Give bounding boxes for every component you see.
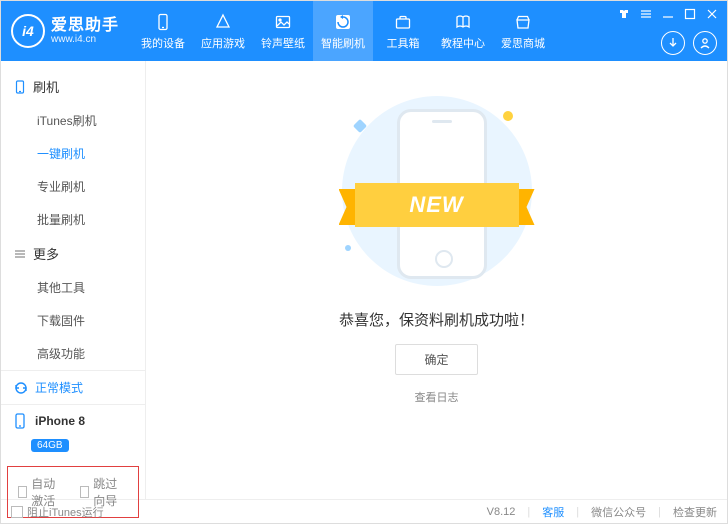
nav-label: 我的设备 (141, 35, 185, 51)
nav-label: 教程中心 (441, 35, 485, 51)
sidebar-scroll: 刷机 iTunes刷机 一键刷机 专业刷机 批量刷机 更多 其他工具 下载固件 … (1, 61, 145, 370)
sidebar-group-more: 更多 (1, 236, 145, 271)
minimize-button[interactable] (661, 7, 675, 21)
nav-tutorials[interactable]: 教程中心 (433, 1, 493, 61)
sidebar-group-flash: 刷机 (1, 69, 145, 104)
user-button[interactable] (693, 31, 717, 55)
store-icon (513, 12, 533, 32)
refresh-icon (333, 12, 353, 32)
ok-button[interactable]: 确定 (395, 344, 477, 375)
device-row[interactable]: iPhone 8 (1, 405, 145, 437)
checkbox-icon (18, 486, 27, 498)
maximize-button[interactable] (683, 7, 697, 21)
nav-label: 爱思商城 (501, 35, 545, 51)
divider-icon: | (658, 506, 661, 518)
close-button[interactable] (705, 7, 719, 21)
checkbox-block-itunes[interactable]: 阻止iTunes运行 (11, 504, 104, 520)
nav-label: 应用游戏 (201, 35, 245, 51)
logo-text: 爱思助手 www.i4.cn (51, 17, 119, 46)
nav-apps[interactable]: 应用游戏 (193, 1, 253, 61)
sidebar-item-other-tools[interactable]: 其他工具 (1, 271, 145, 304)
window-controls (617, 7, 719, 21)
image-icon (273, 12, 293, 32)
main-panel: NEW 恭喜您，保资料刷机成功啦！ 确定 查看日志 (146, 61, 727, 499)
support-link[interactable]: 客服 (542, 504, 564, 520)
logo-icon: i4 (11, 14, 45, 48)
sidebar-item-pro-flash[interactable]: 专业刷机 (1, 170, 145, 203)
update-link[interactable]: 检查更新 (673, 504, 717, 520)
footer-right: V8.12 | 客服 | 微信公众号 | 检查更新 (487, 504, 717, 520)
logo-block: i4 爱思助手 www.i4.cn (1, 14, 133, 48)
apps-icon (213, 12, 233, 32)
main-nav: 我的设备 应用游戏 铃声壁纸 智能刷机 工具箱 教程中心 爱思商城 (133, 1, 553, 61)
nav-my-device[interactable]: 我的设备 (133, 1, 193, 61)
ribbon: NEW (337, 183, 537, 227)
sidebar-item-onekey-flash[interactable]: 一键刷机 (1, 137, 145, 170)
book-icon (453, 12, 473, 32)
view-log-link[interactable]: 查看日志 (415, 389, 459, 405)
success-illustration: NEW (327, 91, 547, 291)
sidebar-group-label: 刷机 (33, 77, 59, 96)
nav-flash[interactable]: 智能刷机 (313, 1, 373, 61)
sidebar-group-label: 更多 (33, 244, 59, 263)
download-button[interactable] (661, 31, 685, 55)
app-name: 爱思助手 (51, 17, 119, 35)
checkbox-icon (80, 486, 89, 498)
sidebar-item-advanced[interactable]: 高级功能 (1, 337, 145, 370)
checkbox-icon (11, 506, 23, 518)
phone-icon (13, 80, 27, 94)
checkbox-label: 阻止iTunes运行 (27, 504, 104, 520)
success-message: 恭喜您，保资料刷机成功啦！ (339, 309, 534, 330)
device-icon (153, 12, 173, 32)
device-storage-wrap: 64GB (1, 437, 145, 460)
header-actions (661, 31, 717, 55)
divider-icon: | (576, 506, 579, 518)
device-storage-badge: 64GB (31, 439, 69, 452)
app-url: www.i4.cn (51, 34, 119, 45)
body: 刷机 iTunes刷机 一键刷机 专业刷机 批量刷机 更多 其他工具 下载固件 … (1, 61, 727, 499)
ribbon-label: NEW (355, 183, 519, 227)
nav-store[interactable]: 爱思商城 (493, 1, 553, 61)
menu-button[interactable] (639, 7, 653, 21)
wechat-link[interactable]: 微信公众号 (591, 504, 646, 520)
toolbox-icon (393, 12, 413, 32)
nav-label: 铃声壁纸 (261, 35, 305, 51)
skin-button[interactable] (617, 7, 631, 21)
sparkle-icon (500, 109, 514, 123)
nav-ringtones[interactable]: 铃声壁纸 (253, 1, 313, 61)
device-mode[interactable]: 正常模式 (1, 371, 145, 405)
device-mode-label: 正常模式 (35, 379, 83, 396)
sidebar-item-itunes-flash[interactable]: iTunes刷机 (1, 104, 145, 137)
sidebar-item-batch-flash[interactable]: 批量刷机 (1, 203, 145, 236)
divider-icon: | (527, 506, 530, 518)
version-label: V8.12 (487, 506, 516, 518)
nav-label: 智能刷机 (321, 35, 365, 51)
device-name: iPhone 8 (35, 414, 85, 428)
title-bar: i4 爱思助手 www.i4.cn 我的设备 应用游戏 铃声壁纸 智能刷机 工具… (1, 1, 727, 61)
nav-toolbox[interactable]: 工具箱 (373, 1, 433, 61)
sidebar: 刷机 iTunes刷机 一键刷机 专业刷机 批量刷机 更多 其他工具 下载固件 … (1, 61, 146, 499)
sidebar-bottom: 正常模式 iPhone 8 64GB 自动激活 跳过向导 (1, 370, 145, 524)
nav-label: 工具箱 (387, 35, 420, 51)
menu-icon (13, 247, 27, 261)
sync-icon (13, 380, 29, 396)
sidebar-item-download-firmware[interactable]: 下载固件 (1, 304, 145, 337)
phone-icon (13, 413, 29, 429)
sparkle-icon (343, 244, 351, 252)
